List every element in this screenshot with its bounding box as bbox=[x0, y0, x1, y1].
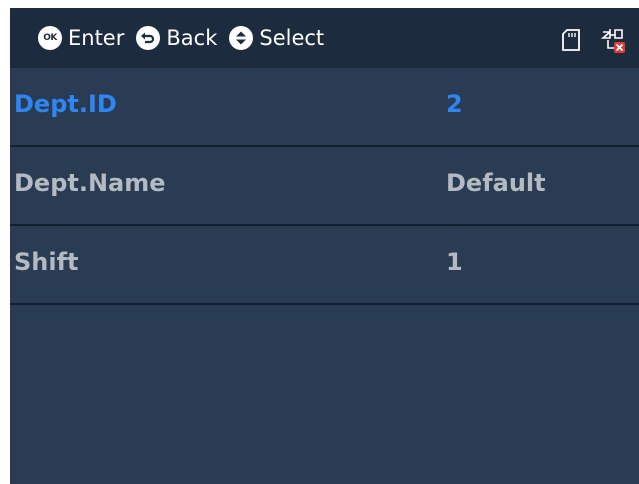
enter-hint-label: Enter bbox=[68, 26, 125, 50]
select-hint: Select bbox=[229, 26, 324, 50]
back-hint-label: Back bbox=[166, 26, 218, 50]
network-disconnected-icon bbox=[599, 26, 627, 58]
shift-row[interactable]: Shift 1 bbox=[10, 226, 639, 305]
shift-label: Shift bbox=[14, 248, 79, 276]
dept-id-value: 2 bbox=[446, 90, 463, 118]
select-hint-label: Select bbox=[259, 26, 325, 50]
shift-value: 1 bbox=[446, 248, 463, 276]
device-screen: OK Enter Back Select Dept.ID 2 Dept.Name… bbox=[10, 8, 639, 484]
dept-id-row[interactable]: Dept.ID 2 bbox=[10, 68, 639, 147]
enter-hint: OK Enter bbox=[38, 26, 124, 50]
dept-name-value: Default bbox=[446, 169, 546, 197]
up-down-button-icon bbox=[229, 26, 254, 50]
back-hint: Back bbox=[136, 26, 217, 50]
dept-name-row[interactable]: Dept.Name Default bbox=[10, 147, 639, 226]
back-button-icon bbox=[136, 26, 161, 50]
key-hint-bar: OK Enter Back Select bbox=[10, 8, 639, 68]
dept-id-label: Dept.ID bbox=[14, 90, 117, 118]
ok-button-icon: OK bbox=[38, 26, 62, 50]
sd-card-icon bbox=[561, 28, 581, 56]
dept-name-label: Dept.Name bbox=[14, 169, 166, 197]
status-icons bbox=[543, 26, 627, 58]
